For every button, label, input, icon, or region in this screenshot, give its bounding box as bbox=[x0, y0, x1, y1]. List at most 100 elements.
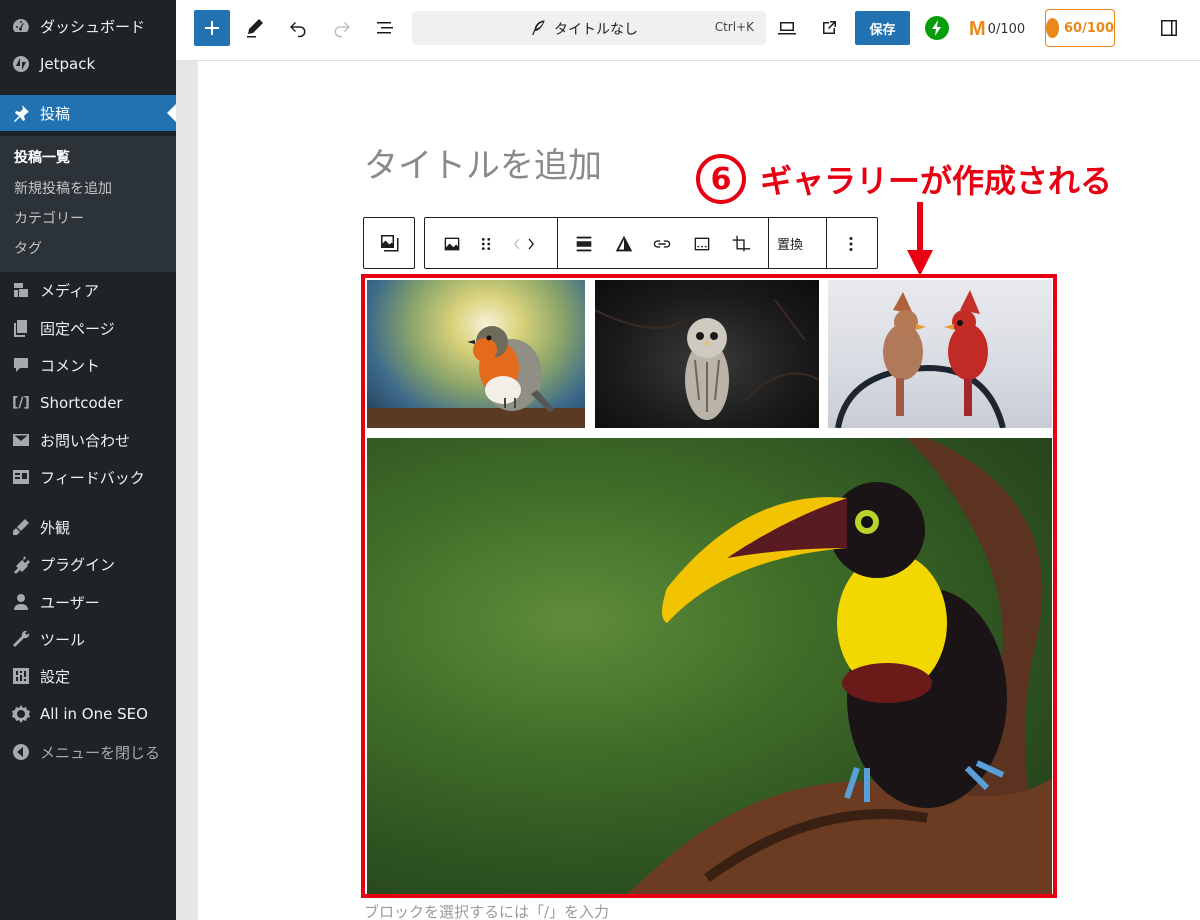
image-icon bbox=[444, 237, 460, 251]
aioseo-score-value: 60/100 bbox=[1064, 20, 1114, 36]
sidebar-item-label: 固定ページ bbox=[40, 319, 115, 338]
dashboard-icon bbox=[10, 15, 32, 37]
m-score-value: 0/100 bbox=[987, 22, 1026, 37]
sidebar-item-label: プラグイン bbox=[40, 555, 116, 574]
sidebar-item-label: Jetpack bbox=[40, 55, 96, 73]
post-title-placeholder[interactable]: タイトルを追加 bbox=[364, 138, 602, 187]
bolt-icon bbox=[932, 20, 941, 36]
gallery-image-toucan[interactable] bbox=[367, 438, 1052, 894]
aioseo-score-button[interactable]: 60/100 bbox=[1045, 9, 1115, 47]
appearance-icon bbox=[10, 516, 32, 538]
posts-submenu: 投稿一覧 新規投稿を追加 カテゴリー タグ bbox=[0, 136, 176, 272]
drag-handle-icon bbox=[481, 238, 491, 250]
undo-icon bbox=[290, 22, 306, 38]
sidebar-item-aioseo[interactable]: All in One SEO bbox=[0, 696, 176, 732]
sidebar-item-jetpack[interactable]: Jetpack bbox=[0, 46, 176, 82]
gallery-image-robin[interactable] bbox=[367, 280, 585, 428]
more-options-button[interactable] bbox=[838, 231, 864, 257]
collapse-icon bbox=[10, 741, 32, 763]
m-logo-icon: M bbox=[969, 18, 986, 40]
list-view-icon bbox=[377, 22, 393, 34]
settings-icon bbox=[10, 665, 32, 687]
gallery-block[interactable] bbox=[361, 274, 1057, 898]
sidebar-item-media[interactable]: メディア bbox=[0, 272, 176, 308]
media-icon bbox=[10, 279, 32, 301]
block-appender-placeholder[interactable]: ブロックを選択するには「/」を入力 bbox=[364, 901, 609, 920]
gallery-icon bbox=[381, 235, 399, 252]
sidebar-item-feedback[interactable]: フィードバック bbox=[0, 459, 176, 495]
sidebar-item-contact[interactable]: お問い合わせ bbox=[0, 422, 176, 458]
link-icon bbox=[653, 240, 671, 248]
gallery-image-owl[interactable] bbox=[595, 280, 819, 428]
redo-icon bbox=[334, 22, 350, 38]
more-vertical-icon bbox=[849, 237, 853, 251]
caption-button[interactable] bbox=[689, 231, 715, 257]
crop-button[interactable] bbox=[728, 231, 754, 257]
keyboard-shortcut: Ctrl+K bbox=[714, 20, 754, 34]
gallery-image-cardinals[interactable] bbox=[828, 280, 1052, 428]
link-button[interactable] bbox=[649, 231, 675, 257]
undo-button[interactable] bbox=[283, 10, 313, 46]
comment-icon bbox=[10, 354, 32, 376]
aioseo-icon bbox=[10, 703, 32, 725]
sidebar-item-label: お問い合わせ bbox=[40, 431, 131, 450]
duotone-button[interactable] bbox=[611, 231, 637, 257]
view-post-button[interactable] bbox=[814, 10, 844, 46]
sidebar-item-plugins[interactable]: プラグイン bbox=[0, 546, 176, 582]
chevron-left-right-icon bbox=[513, 238, 535, 250]
toolbar-separator bbox=[557, 218, 558, 268]
block-type-button[interactable] bbox=[439, 231, 465, 257]
sidebar-item-dashboard[interactable]: ダッシュボード bbox=[0, 8, 176, 44]
drag-handle[interactable] bbox=[473, 231, 499, 257]
sidebar-item-posts[interactable]: 投稿 bbox=[0, 95, 176, 131]
sidebar-item-comments[interactable]: コメント bbox=[0, 347, 176, 383]
align-button[interactable] bbox=[571, 231, 597, 257]
jetpack-icon bbox=[10, 53, 32, 75]
select-parent-gallery-button[interactable] bbox=[363, 217, 415, 269]
crop-icon bbox=[732, 235, 751, 252]
sidebar-collapse-menu[interactable]: メニューを閉じる bbox=[0, 734, 176, 770]
shortcode-icon: [/] bbox=[12, 395, 30, 411]
m-score-button[interactable]: M 0/100 bbox=[969, 18, 1025, 41]
block-toolbar: 置換 bbox=[424, 217, 878, 269]
duotone-icon bbox=[615, 235, 633, 252]
sidebar-item-appearance[interactable]: 外観 bbox=[0, 509, 176, 545]
step-text: ギャラリーが作成される bbox=[760, 162, 1113, 200]
admin-sidebar: 投稿一覧 新規投稿を追加 カテゴリー タグ ダッシュボード Jetpack 投稿… bbox=[0, 0, 176, 920]
step-number: 6 bbox=[696, 154, 746, 204]
submenu-item-all-posts[interactable]: 投稿一覧 bbox=[14, 147, 70, 167]
step-annotation: 6 ギャラリーが作成される bbox=[696, 154, 1112, 204]
toolbar-separator bbox=[826, 218, 827, 268]
sidebar-item-users[interactable]: ユーザー bbox=[0, 584, 176, 620]
save-button[interactable]: 保存 bbox=[855, 11, 910, 45]
command-palette-bar[interactable]: タイトルなし Ctrl+K bbox=[412, 11, 766, 45]
sidebar-item-shortcoder[interactable]: [/] Shortcoder bbox=[0, 385, 176, 421]
robin-photo bbox=[367, 326, 585, 428]
tools-button[interactable] bbox=[240, 10, 270, 46]
sidebar-item-label: フィードバック bbox=[40, 468, 145, 487]
block-inserter-button[interactable] bbox=[194, 10, 230, 46]
move-buttons[interactable] bbox=[509, 231, 539, 257]
submenu-item-categories[interactable]: カテゴリー bbox=[14, 208, 84, 228]
sidebar-item-label: メディア bbox=[40, 281, 99, 300]
aioseo-icon bbox=[1046, 18, 1060, 38]
toucan-photo bbox=[627, 438, 1052, 894]
user-icon bbox=[10, 591, 32, 613]
pin-icon bbox=[10, 102, 32, 124]
sidebar-item-settings[interactable]: 設定 bbox=[0, 658, 176, 694]
submenu-item-add-new[interactable]: 新規投稿を追加 bbox=[14, 178, 112, 198]
document-overview-button[interactable] bbox=[370, 10, 400, 46]
sidebar-item-pages[interactable]: 固定ページ bbox=[0, 310, 176, 346]
settings-sidebar-toggle[interactable] bbox=[1154, 10, 1184, 46]
sidebar-item-label: 投稿 bbox=[40, 104, 71, 123]
arrow-down-icon bbox=[907, 202, 933, 276]
jetpack-button[interactable] bbox=[925, 16, 949, 40]
preview-button[interactable] bbox=[772, 10, 802, 46]
submenu-item-tags[interactable]: タグ bbox=[14, 238, 42, 258]
replace-button[interactable]: 置換 bbox=[777, 234, 803, 253]
redo-button[interactable] bbox=[327, 10, 357, 46]
sidebar-item-tools[interactable]: ツール bbox=[0, 621, 176, 657]
sidebar-item-label: コメント bbox=[40, 356, 101, 375]
sidebar-item-label: メニューを閉じる bbox=[40, 743, 161, 762]
laptop-icon bbox=[778, 22, 796, 35]
